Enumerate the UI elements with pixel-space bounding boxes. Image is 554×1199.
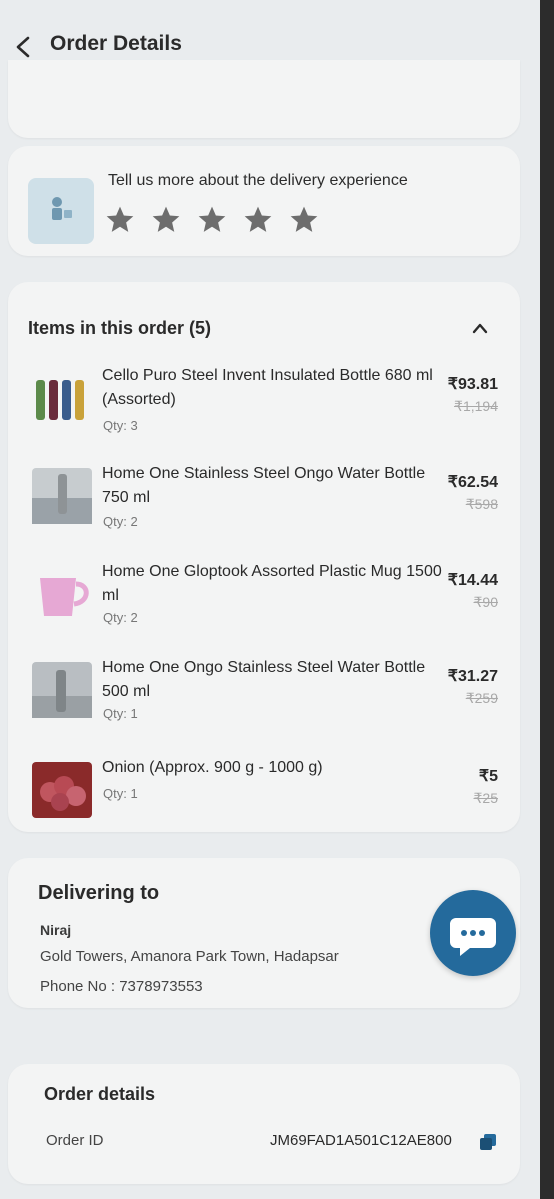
item-mrp: ₹90 — [473, 594, 498, 610]
delivery-rating-card: Tell us more about the delivery experien… — [8, 146, 520, 256]
item-quantity: Qty: 1 — [103, 706, 138, 721]
item-mrp: ₹259 — [465, 690, 498, 706]
star-3-icon[interactable] — [196, 204, 228, 236]
item-name: Home One Stainless Steel Ongo Water Bott… — [102, 465, 426, 506]
item-mrp: ₹25 — [473, 790, 498, 806]
items-heading: Items in this order (5) — [28, 318, 212, 338]
order-item[interactable]: Cello Puro Steel Invent Insulated Bottle… — [8, 364, 520, 444]
product-thumbnail — [32, 566, 92, 622]
product-thumbnail — [32, 662, 92, 718]
star-5-icon[interactable] — [288, 204, 320, 236]
chat-bubble-icon — [450, 918, 496, 956]
star-2-icon[interactable] — [150, 204, 182, 236]
order-details-heading: Order details — [44, 1084, 156, 1104]
chat-support-button[interactable] — [430, 890, 516, 976]
item-name: Home One Ongo Stainless Steel Water Bott… — [102, 659, 426, 700]
product-thumbnail — [32, 370, 92, 426]
items-card: Items in this order (5) Cello Puro Steel… — [8, 282, 520, 832]
product-thumbnail — [32, 468, 92, 524]
star-rating[interactable] — [104, 204, 320, 236]
delivery-heading: Delivering to — [38, 882, 160, 904]
star-1-icon[interactable] — [104, 204, 136, 236]
recipient-name: Niraj — [40, 922, 72, 938]
order-item[interactable]: Home One Ongo Stainless Steel Water Bott… — [8, 656, 520, 736]
product-thumbnail — [32, 762, 92, 818]
order-id-value: JM69FAD1A501C12AE800 — [270, 1132, 452, 1149]
chevron-up-icon[interactable] — [470, 320, 490, 336]
item-quantity: Qty: 3 — [103, 418, 138, 433]
page-title: Order Details — [50, 32, 182, 55]
phone-number: Phone No : 7378973553 — [40, 978, 203, 995]
order-item[interactable]: Home One Gloptook Assorted Plastic Mug 1… — [8, 560, 520, 640]
item-price: ₹31.27 — [447, 668, 498, 685]
order-summary-card — [8, 60, 520, 138]
item-quantity: Qty: 1 — [103, 786, 138, 801]
item-price: ₹93.81 — [447, 376, 498, 393]
item-name: Home One Gloptook Assorted Plastic Mug 1… — [102, 563, 442, 604]
star-4-icon[interactable] — [242, 204, 274, 236]
item-quantity: Qty: 2 — [103, 514, 138, 529]
order-item[interactable]: Home One Stainless Steel Ongo Water Bott… — [8, 462, 520, 542]
item-price: ₹14.44 — [447, 572, 498, 589]
item-quantity: Qty: 2 — [103, 610, 138, 625]
order-details-card: Order details Order ID JM69FAD1A501C12AE… — [8, 1064, 520, 1184]
delivery-illustration — [28, 178, 94, 244]
item-mrp: ₹1,194 — [454, 398, 498, 414]
order-id-label: Order ID — [46, 1132, 104, 1149]
item-name: Cello Puro Steel Invent Insulated Bottle… — [102, 367, 433, 408]
back-arrow-icon[interactable] — [10, 32, 38, 62]
order-item[interactable]: Onion (Approx. 900 g - 1000 g) Qty: 1 ₹5… — [8, 756, 520, 836]
rating-prompt: Tell us more about the delivery experien… — [108, 172, 408, 189]
delivery-address: Gold Towers, Amanora Park Town, Hadapsar — [40, 948, 339, 965]
copy-icon[interactable] — [478, 1132, 498, 1152]
item-mrp: ₹598 — [465, 496, 498, 512]
item-name: Onion (Approx. 900 g - 1000 g) — [102, 759, 323, 776]
screen-edge — [540, 0, 554, 1199]
item-price: ₹5 — [478, 768, 498, 785]
item-price: ₹62.54 — [447, 474, 498, 491]
